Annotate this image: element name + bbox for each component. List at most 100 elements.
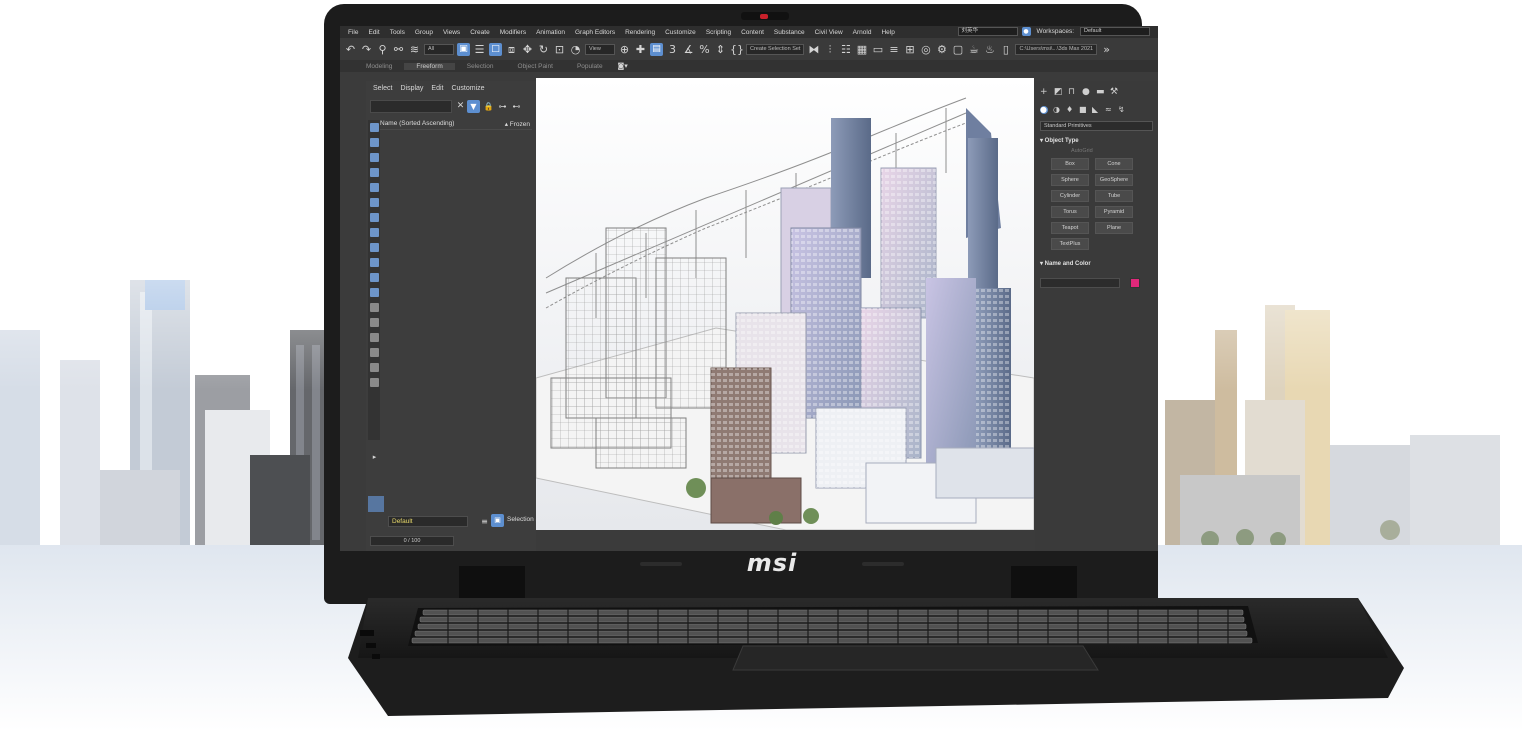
create-tab-icon[interactable]: + — [1040, 88, 1049, 97]
object-color-swatch[interactable] — [1130, 278, 1140, 288]
toggle-scene-explorer-icon[interactable]: ☷ — [839, 43, 852, 56]
primitive-category-dropdown[interactable]: Standard Primitives — [1040, 121, 1153, 131]
schematic-view-icon[interactable]: ⊞ — [903, 43, 916, 56]
render-setup-icon[interactable]: ⚙ — [935, 43, 948, 56]
menu-help[interactable]: Help — [876, 29, 899, 36]
shapes-category-icon[interactable]: ◑ — [1053, 106, 1061, 114]
hierarchy-tab-icon[interactable]: ⊓ — [1068, 88, 1077, 97]
display-all-icon[interactable] — [369, 303, 379, 312]
tab-object-paint[interactable]: Object Paint — [506, 63, 565, 70]
workspaces-dropdown[interactable]: Default — [1080, 27, 1150, 36]
selection-set-icon[interactable]: ▣ — [491, 514, 504, 527]
lock-icon[interactable]: 🔒 — [482, 100, 495, 113]
menu-arnold[interactable]: Arnold — [848, 29, 877, 36]
object-type-rollout[interactable]: ▾ Object Type — [1035, 131, 1158, 146]
display-xrefs-icon[interactable] — [369, 228, 379, 237]
rectangular-selection-icon[interactable]: □ — [489, 42, 502, 56]
display-groups-icon[interactable] — [369, 213, 379, 222]
create-cylinder-button[interactable]: Cylinder — [1051, 190, 1089, 202]
expand-panel-icon[interactable]: ▸ — [368, 451, 381, 464]
display-none-icon[interactable] — [369, 318, 379, 327]
rendered-frame-window-icon[interactable]: ▢ — [951, 43, 964, 56]
curve-editor-icon[interactable]: ≡ — [887, 43, 900, 56]
display-geometry-icon[interactable] — [369, 123, 379, 132]
select-object-icon[interactable]: ▣ — [457, 42, 470, 56]
utilities-tab-icon[interactable]: ⚒ — [1110, 88, 1119, 97]
display-hidden-icon[interactable] — [369, 288, 379, 297]
display-space-warps-icon[interactable] — [369, 198, 379, 207]
ribbon-options-icon[interactable]: ◙▾ — [615, 60, 631, 73]
render-in-cloud-icon[interactable]: ♨ — [983, 43, 996, 56]
display-helpers-icon[interactable] — [369, 183, 379, 192]
display-frozen-icon[interactable] — [369, 273, 379, 282]
cameras-category-icon[interactable]: ■ — [1079, 106, 1087, 114]
viewport-layout-tab[interactable] — [368, 496, 384, 512]
menu-group[interactable]: Group — [410, 29, 438, 36]
menu-edit[interactable]: Edit — [363, 29, 384, 36]
se-menu-display[interactable]: Display — [397, 85, 426, 92]
modify-tab-icon[interactable]: ◩ — [1054, 88, 1063, 97]
selection-filter-dropdown[interactable]: All — [424, 43, 454, 55]
funnel-filter-icon[interactable] — [369, 348, 379, 357]
toggle-layer-explorer-icon[interactable]: ▦ — [855, 43, 868, 56]
bookmark-icon[interactable] — [369, 378, 379, 387]
placement-icon[interactable]: ◔ — [569, 43, 582, 56]
create-plane-button[interactable]: Plane — [1095, 222, 1133, 234]
menu-modifiers[interactable]: Modifiers — [495, 29, 531, 36]
snaps-toggle-icon[interactable]: 3 — [666, 43, 679, 56]
material-editor-icon[interactable]: ◎ — [919, 43, 932, 56]
create-geosphere-button[interactable]: GeoSphere — [1095, 174, 1133, 186]
redo-icon[interactable]: ↷ — [360, 43, 373, 56]
menu-graph-editors[interactable]: Graph Editors — [570, 29, 620, 36]
undo-icon[interactable]: ↶ — [344, 43, 357, 56]
space-warps-category-icon[interactable]: ≈ — [1105, 106, 1113, 114]
layer-dropdown[interactable]: Default — [388, 516, 468, 527]
motion-tab-icon[interactable]: ● — [1082, 88, 1091, 97]
clear-search-icon[interactable]: ✕ — [454, 100, 467, 113]
create-pyramid-button[interactable]: Pyramid — [1095, 206, 1133, 218]
display-bones-icon[interactable] — [369, 243, 379, 252]
toggle-ribbon-icon[interactable]: ▭ — [871, 43, 884, 56]
menu-rendering[interactable]: Rendering — [620, 29, 660, 36]
name-and-color-rollout[interactable]: ▾ Name and Color — [1035, 250, 1158, 269]
invert-display-icon[interactable] — [369, 333, 379, 342]
project-path-field[interactable]: C:\Users\msi\...\3ds Max 2021 — [1015, 43, 1098, 55]
open-explorer-icon[interactable]: ▯ — [999, 43, 1012, 56]
se-menu-select[interactable]: Select — [370, 85, 395, 92]
menu-animation[interactable]: Animation — [531, 29, 570, 36]
menu-file[interactable]: File — [343, 29, 363, 36]
select-by-name-icon[interactable]: ☰ — [473, 43, 486, 56]
bind-space-warp-icon[interactable]: ≋ — [408, 43, 421, 56]
column-frozen-header[interactable]: ▴ Frozen — [505, 120, 530, 128]
align-icon[interactable]: ⫶ — [823, 43, 836, 56]
menu-views[interactable]: Views — [438, 29, 465, 36]
autogrid-checkbox[interactable]: AutoGrid — [1035, 146, 1158, 158]
se-menu-edit[interactable]: Edit — [428, 85, 446, 92]
menu-scripting[interactable]: Scripting — [701, 29, 736, 36]
display-cameras-icon[interactable] — [369, 168, 379, 177]
create-cone-button[interactable]: Cone — [1095, 158, 1133, 170]
create-teapot-button[interactable]: Teapot — [1051, 222, 1089, 234]
keyboard-shortcut-override-icon[interactable]: ▤ — [650, 42, 663, 56]
menu-civil-view[interactable]: Civil View — [810, 29, 848, 36]
filter-icon[interactable]: ▼ — [467, 100, 480, 113]
link-icon[interactable]: ⚲ — [376, 43, 389, 56]
menu-create[interactable]: Create — [465, 29, 495, 36]
layer-icon[interactable]: ⊷ — [510, 100, 523, 113]
display-tab-icon[interactable]: ▬ — [1096, 88, 1105, 97]
tab-populate[interactable]: Populate — [565, 63, 615, 70]
systems-category-icon[interactable]: ↯ — [1118, 106, 1126, 114]
menu-customize[interactable]: Customize — [660, 29, 701, 36]
menu-tools[interactable]: Tools — [385, 29, 410, 36]
hierarchy-icon[interactable]: ⊶ — [496, 100, 509, 113]
create-sphere-button[interactable]: Sphere — [1051, 174, 1089, 186]
reference-coordinate-dropdown[interactable]: View — [585, 43, 615, 55]
create-textplus-button[interactable]: TextPlus — [1051, 238, 1089, 250]
sign-in-icon[interactable]: ● — [1021, 27, 1031, 36]
more-tools-icon[interactable]: » — [1100, 43, 1113, 56]
pin-icon[interactable] — [369, 363, 379, 372]
spinner-snap-icon[interactable]: ⇕ — [714, 43, 727, 56]
helpers-category-icon[interactable]: ◣ — [1092, 106, 1100, 114]
window-crossing-icon[interactable]: ⧈ — [505, 43, 518, 56]
tab-freeform[interactable]: Freeform — [404, 62, 455, 70]
